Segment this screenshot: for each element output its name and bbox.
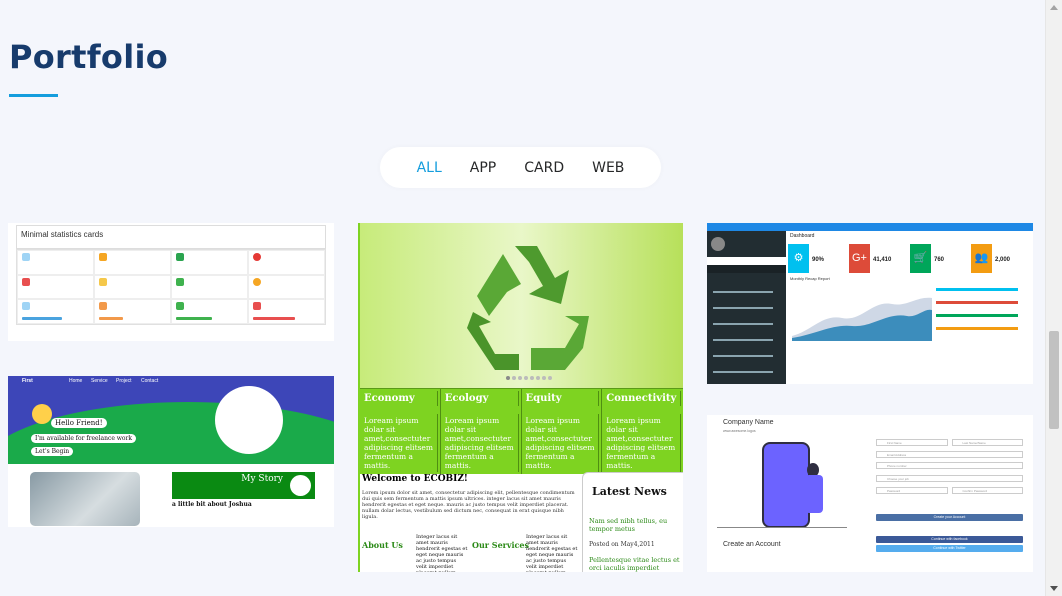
ecobiz-col-1: Integer lacus sit amet mauris hendrerit … <box>416 534 468 572</box>
scroll-up-icon[interactable] <box>1050 5 1058 10</box>
dash-tile-1: ⚙ 90% <box>788 244 846 273</box>
ecobiz-news: Latest News Nam sed nibh tellus, eu temp… <box>582 472 683 572</box>
area-chart <box>792 297 932 341</box>
stats-title: Minimal statistics cards <box>21 230 104 239</box>
hero-dots[interactable] <box>506 376 556 381</box>
ecobiz-tabs: Economy Loream ipsum dolar sit amet,conse… <box>360 388 683 474</box>
dash-tile-4: 👥 2,000 <box>971 244 1029 273</box>
begin-bubble[interactable]: Let's Begin <box>31 447 74 456</box>
portfolio-item-account[interactable]: Company Name www.awesome.logos Create an… <box>707 415 1033 572</box>
dashboard-sidebar <box>707 231 786 384</box>
hello-bubble: Hello Friend! <box>51 418 107 428</box>
dash-tile-2: G+ 41,410 <box>849 244 907 273</box>
avatar <box>32 404 52 424</box>
phone-illustration <box>762 442 810 528</box>
stats-grid <box>16 249 326 325</box>
profile-photo <box>215 386 283 454</box>
filter-web[interactable]: WEB <box>578 160 638 176</box>
news-more[interactable]: Pellentesque vitae lectus et orci iaculi… <box>589 556 683 572</box>
eco-tab-economy[interactable]: Economy Loream ipsum dolar sit amet,conse… <box>360 389 441 474</box>
dashboard-topbar <box>707 223 1033 231</box>
portfolio-item-first[interactable]: First Home Service Project Contact Hello… <box>8 376 334 527</box>
first-hero: First Home Service Project Contact Hello… <box>8 376 334 464</box>
portfolio-item-dashboard[interactable]: Dashboard ⚙ 90% G+ 41,410 🛒 760 👥 2,000 Mont… <box>707 223 1033 384</box>
news-date: Posted on May4,2011 <box>589 541 655 548</box>
ecobiz-col-2: Integer lacus sit amet mauris hendrerit … <box>526 534 578 572</box>
ecobiz-welcome: Welcome to ECOBIZ! <box>362 474 468 484</box>
portfolio-item-ecobiz[interactable]: Economy Loream ipsum dolar sit amet,conse… <box>358 223 683 572</box>
my-story-banner: My Story <box>172 472 315 499</box>
stats-header: Minimal statistics cards <box>16 225 326 249</box>
create-account-button[interactable]: Create your Account <box>876 514 1023 521</box>
eco-tab-connectivity[interactable]: Connectivity Loream ipsum dolar sit amet,… <box>602 389 683 474</box>
freelance-bubble: I'm available for freelance work <box>31 434 137 443</box>
create-account-heading: Create an Account <box>723 541 781 548</box>
signup-fields: First Name Last Name/Name Email Address P… <box>876 439 1023 498</box>
scroll-down-icon[interactable] <box>1050 586 1058 591</box>
filter-app[interactable]: APP <box>456 160 510 176</box>
twitter-button[interactable]: Continue with Twitter <box>876 545 1023 552</box>
about-heading: a little bit about Joshua <box>172 501 252 508</box>
page-title: Portfolio <box>9 38 169 76</box>
eco-tab-ecology[interactable]: Ecology Loream ipsum dolar sit amet,conse… <box>441 389 522 474</box>
news-link[interactable]: Nam sed nibh tellus, eu tempor metus <box>589 517 683 533</box>
eco-tab-equity[interactable]: Equity Loream ipsum dolar sit amet,consec… <box>522 389 603 474</box>
news-title: Latest News <box>592 485 667 498</box>
portfolio-filters: ALL APP CARD WEB <box>380 147 661 188</box>
ecobiz-about: About Us <box>362 540 403 550</box>
ecobiz-hero <box>360 223 683 388</box>
dashboard-title: Dashboard <box>790 233 815 239</box>
chart-title: Monthly Recap Report <box>790 276 830 281</box>
title-underline <box>9 94 58 97</box>
filter-card[interactable]: CARD <box>510 160 578 176</box>
ecobiz-body: Welcome to ECOBIZ! Lorem ipsum dolor sit… <box>360 472 683 572</box>
company-tagline: www.awesome.logos <box>723 429 756 433</box>
dashboard-main: Dashboard ⚙ 90% G+ 41,410 🛒 760 👥 2,000 Mont… <box>786 231 1033 384</box>
portfolio-item-stats[interactable]: Minimal statistics cards <box>8 223 334 341</box>
ecobiz-services: Our Services <box>472 540 530 550</box>
ecobiz-lorem: Lorem ipsum dolor sit amet, consectetur … <box>362 490 575 520</box>
filter-all[interactable]: ALL <box>403 160 456 176</box>
facebook-button[interactable]: Continue with facebook <box>876 536 1023 543</box>
couch-photo <box>30 472 140 526</box>
recycle-icon <box>467 246 589 370</box>
company-name: Company Name <box>723 419 774 426</box>
scroll-thumb[interactable] <box>1049 331 1059 429</box>
page-scrollbar[interactable] <box>1045 0 1062 596</box>
dash-tile-3: 🛒 760 <box>910 244 968 273</box>
